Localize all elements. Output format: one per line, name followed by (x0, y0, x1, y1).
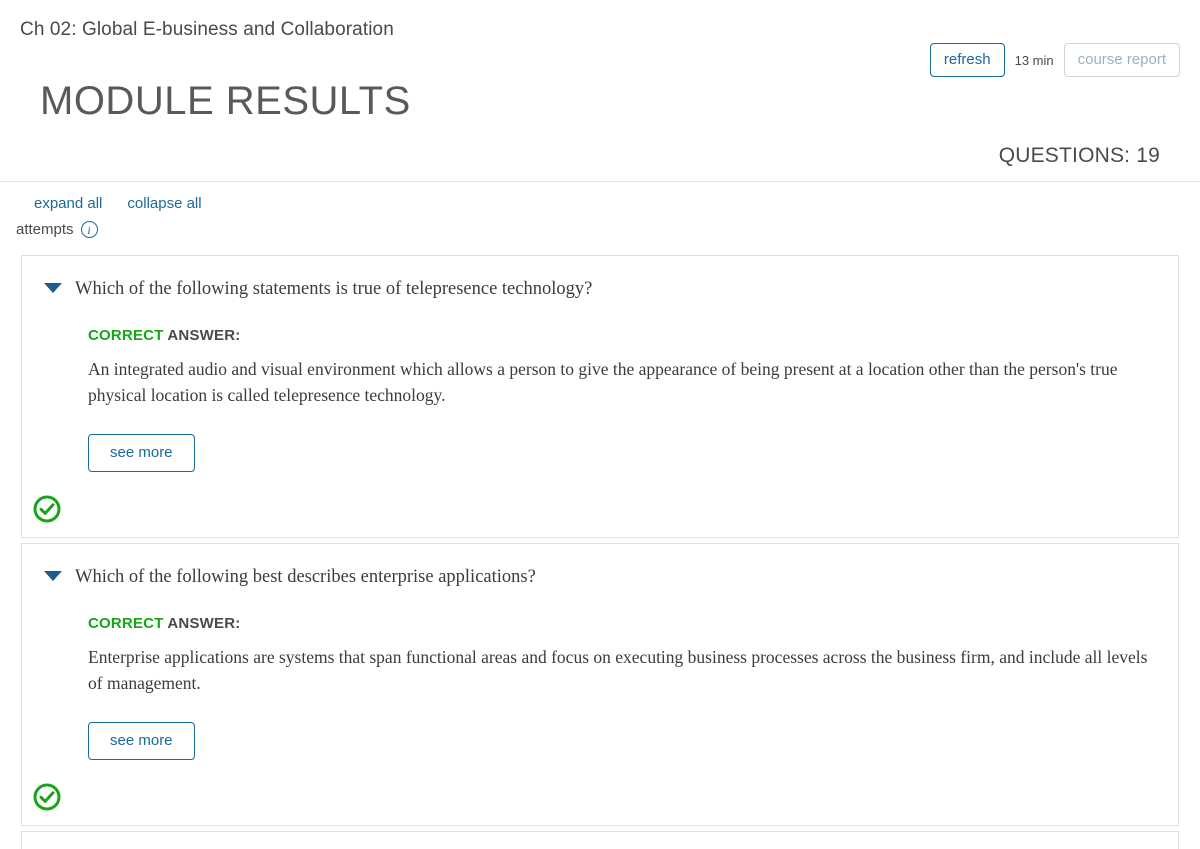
attempts-label: attempts (16, 221, 74, 238)
question-header[interactable]: Which of the following best describes en… (44, 565, 1156, 589)
elapsed-time-label: 13 min (1014, 52, 1054, 68)
answer-block: CORRECT ANSWER: Enterprise applications … (44, 615, 1156, 760)
answer-status-label: CORRECT ANSWER: (88, 327, 1156, 344)
question-card: Which of the following statements is tru… (21, 255, 1179, 538)
page-title: MODULE RESULTS (40, 79, 411, 123)
see-more-button[interactable]: see more (88, 434, 195, 472)
header-actions: refresh 13 min course report (929, 43, 1180, 77)
answer-word: ANSWER: (163, 327, 241, 344)
refresh-button[interactable]: refresh (929, 43, 1005, 77)
question-card: Which of the following best describes en… (21, 543, 1179, 826)
answer-word: ANSWER: (163, 615, 241, 632)
answer-status-label: CORRECT ANSWER: (88, 615, 1156, 632)
expand-all-link[interactable]: expand all (34, 195, 102, 212)
answer-text: An integrated audio and visual environme… (88, 359, 1118, 405)
correct-word: CORRECT (88, 327, 164, 344)
chevron-down-icon[interactable] (44, 571, 62, 581)
question-card-partial (21, 831, 1179, 849)
course-report-button[interactable]: course report (1063, 43, 1180, 77)
expand-collapse-links: expand all collapse all (34, 195, 1200, 212)
see-more-wrapper: see more (88, 434, 1156, 472)
correct-word: CORRECT (88, 615, 164, 632)
status-row (33, 495, 1156, 537)
list-controls: expand all collapse all attempts i (0, 182, 1200, 238)
status-row (33, 783, 1156, 825)
question-text: Which of the following best describes en… (75, 567, 536, 587)
question-text: Which of the following statements is tru… (75, 279, 593, 299)
correct-check-icon (33, 783, 61, 811)
question-header[interactable]: Which of the following statements is tru… (44, 277, 1156, 301)
page-header: Ch 02: Global E-business and Collaborati… (0, 0, 1200, 168)
questions-count: QUESTIONS: 19 (998, 144, 1160, 167)
attempts-row: attempts i (16, 221, 1200, 238)
answer-block: CORRECT ANSWER: An integrated audio and … (44, 327, 1156, 472)
breadcrumb-title: Ch 02: Global E-business and Collaborati… (20, 19, 394, 40)
answer-text: Enterprise applications are systems that… (88, 647, 1148, 693)
results-list: Which of the following statements is tru… (21, 255, 1179, 849)
see-more-wrapper: see more (88, 722, 1156, 760)
chevron-down-icon[interactable] (44, 283, 62, 293)
collapse-all-link[interactable]: collapse all (127, 195, 201, 212)
correct-check-icon (33, 495, 61, 523)
info-icon[interactable]: i (80, 221, 98, 238)
see-more-button[interactable]: see more (88, 722, 195, 760)
